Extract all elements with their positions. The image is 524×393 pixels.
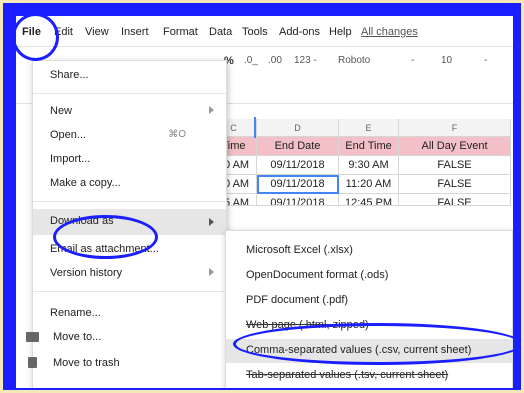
menu-tools[interactable]: Tools bbox=[242, 26, 268, 38]
download-as-highlight-ellipse bbox=[53, 215, 158, 259]
menu-item-import[interactable]: Import... bbox=[33, 149, 226, 171]
header-cell[interactable]: All Day Event bbox=[399, 137, 511, 156]
submenu-arrow-icon bbox=[209, 106, 214, 114]
table-cell[interactable]: 9:30 AM bbox=[339, 156, 399, 175]
more-formats-button[interactable]: 123 - bbox=[294, 55, 317, 66]
menu-insert[interactable]: Insert bbox=[121, 26, 149, 38]
menu-item-label: Move to trash bbox=[53, 357, 120, 369]
menu-item-move-to[interactable]: Move to... bbox=[26, 327, 226, 349]
column-header-f[interactable]: F bbox=[399, 119, 511, 137]
menu-view[interactable]: View bbox=[85, 26, 109, 38]
table-cell[interactable]: 09/11/2018 bbox=[257, 194, 339, 206]
download-option-label: Tab-separated values (.tsv, current shee… bbox=[246, 369, 449, 381]
table-cell[interactable]: 11:20 AM bbox=[339, 175, 399, 194]
download-option-xlsx[interactable]: Microsoft Excel (.xlsx) bbox=[226, 239, 512, 263]
menu-help[interactable]: Help bbox=[329, 26, 352, 38]
menu-divider bbox=[33, 93, 226, 94]
menu-item-label: Make a copy... bbox=[50, 177, 121, 189]
sheets-window: File Edit View Insert Format Data Tools … bbox=[16, 16, 513, 388]
menu-add-ons[interactable]: Add-ons bbox=[279, 26, 320, 38]
menu-format[interactable]: Format bbox=[163, 26, 198, 38]
download-option-label: Microsoft Excel (.xlsx) bbox=[246, 244, 353, 256]
menu-item-make-copy[interactable]: Make a copy... bbox=[33, 173, 226, 195]
menu-item-label: New bbox=[50, 105, 73, 117]
font-dropdown-icon[interactable]: - bbox=[411, 55, 414, 66]
download-option-label: OpenDocument format (.ods) bbox=[246, 269, 389, 281]
screenshot-frame: File Edit View Insert Format Data Tools … bbox=[3, 3, 521, 390]
menu-item-label: Share... bbox=[50, 69, 89, 81]
header-cell[interactable]: End Time bbox=[339, 137, 399, 156]
menu-item-label: Import... bbox=[50, 153, 91, 165]
menu-item-label: Open... bbox=[50, 129, 87, 141]
table-cell[interactable]: FALSE bbox=[399, 156, 511, 175]
menu-item-rename[interactable]: Rename... bbox=[33, 303, 226, 325]
menu-data[interactable]: Data bbox=[209, 26, 232, 38]
submenu-arrow-icon bbox=[209, 218, 214, 226]
table-cell[interactable]: 09/11/2018 bbox=[257, 156, 339, 175]
menu-divider bbox=[33, 201, 226, 202]
menu-item-label: Rename... bbox=[50, 307, 101, 319]
menu-item-label: Version history bbox=[50, 267, 123, 279]
menu-item-new[interactable]: New bbox=[33, 101, 226, 123]
download-option-ods[interactable]: OpenDocument format (.ods) bbox=[226, 264, 512, 288]
decrease-decimal-button[interactable]: .0_ bbox=[244, 55, 258, 66]
selected-cell[interactable]: 09/11/2018 bbox=[257, 175, 339, 194]
download-option-tsv[interactable]: Tab-separated values (.tsv, current shee… bbox=[226, 364, 512, 388]
all-changes-saved-link[interactable]: All changes bbox=[361, 26, 418, 38]
submenu-arrow-icon bbox=[209, 268, 214, 276]
table-cell[interactable]: FALSE bbox=[399, 175, 511, 194]
csv-option-highlight-ellipse bbox=[233, 323, 513, 365]
shortcut-label: ⌘O bbox=[168, 129, 186, 140]
menu-item-move-to-trash[interactable]: Move to trash bbox=[28, 353, 226, 375]
increase-decimal-button[interactable]: .00 bbox=[268, 55, 282, 66]
column-header-e[interactable]: E bbox=[339, 119, 399, 137]
font-select[interactable]: Roboto bbox=[338, 55, 370, 66]
header-cell[interactable]: End Date bbox=[257, 137, 339, 156]
download-option-pdf[interactable]: PDF document (.pdf) bbox=[226, 289, 512, 313]
font-size-dropdown-icon[interactable]: - bbox=[484, 55, 487, 66]
column-header-d[interactable]: D bbox=[257, 119, 339, 137]
folder-icon bbox=[26, 332, 39, 342]
table-cell[interactable]: FALSE bbox=[399, 194, 511, 206]
menu-divider bbox=[33, 291, 226, 292]
download-option-label: PDF document (.pdf) bbox=[246, 294, 349, 306]
column-resize-indicator bbox=[254, 117, 256, 138]
font-size-select[interactable]: 10 bbox=[441, 55, 452, 66]
trash-icon bbox=[28, 357, 37, 368]
menu-item-version-history[interactable]: Version history bbox=[33, 263, 226, 285]
menu-item-share[interactable]: Share... bbox=[33, 65, 226, 87]
table-cell[interactable]: 12:45 PM bbox=[339, 194, 399, 206]
menu-bar: File Edit View Insert Format Data Tools … bbox=[16, 16, 513, 47]
menu-item-open[interactable]: Open... ⌘O bbox=[33, 125, 226, 147]
menu-item-label: Move to... bbox=[53, 331, 102, 343]
